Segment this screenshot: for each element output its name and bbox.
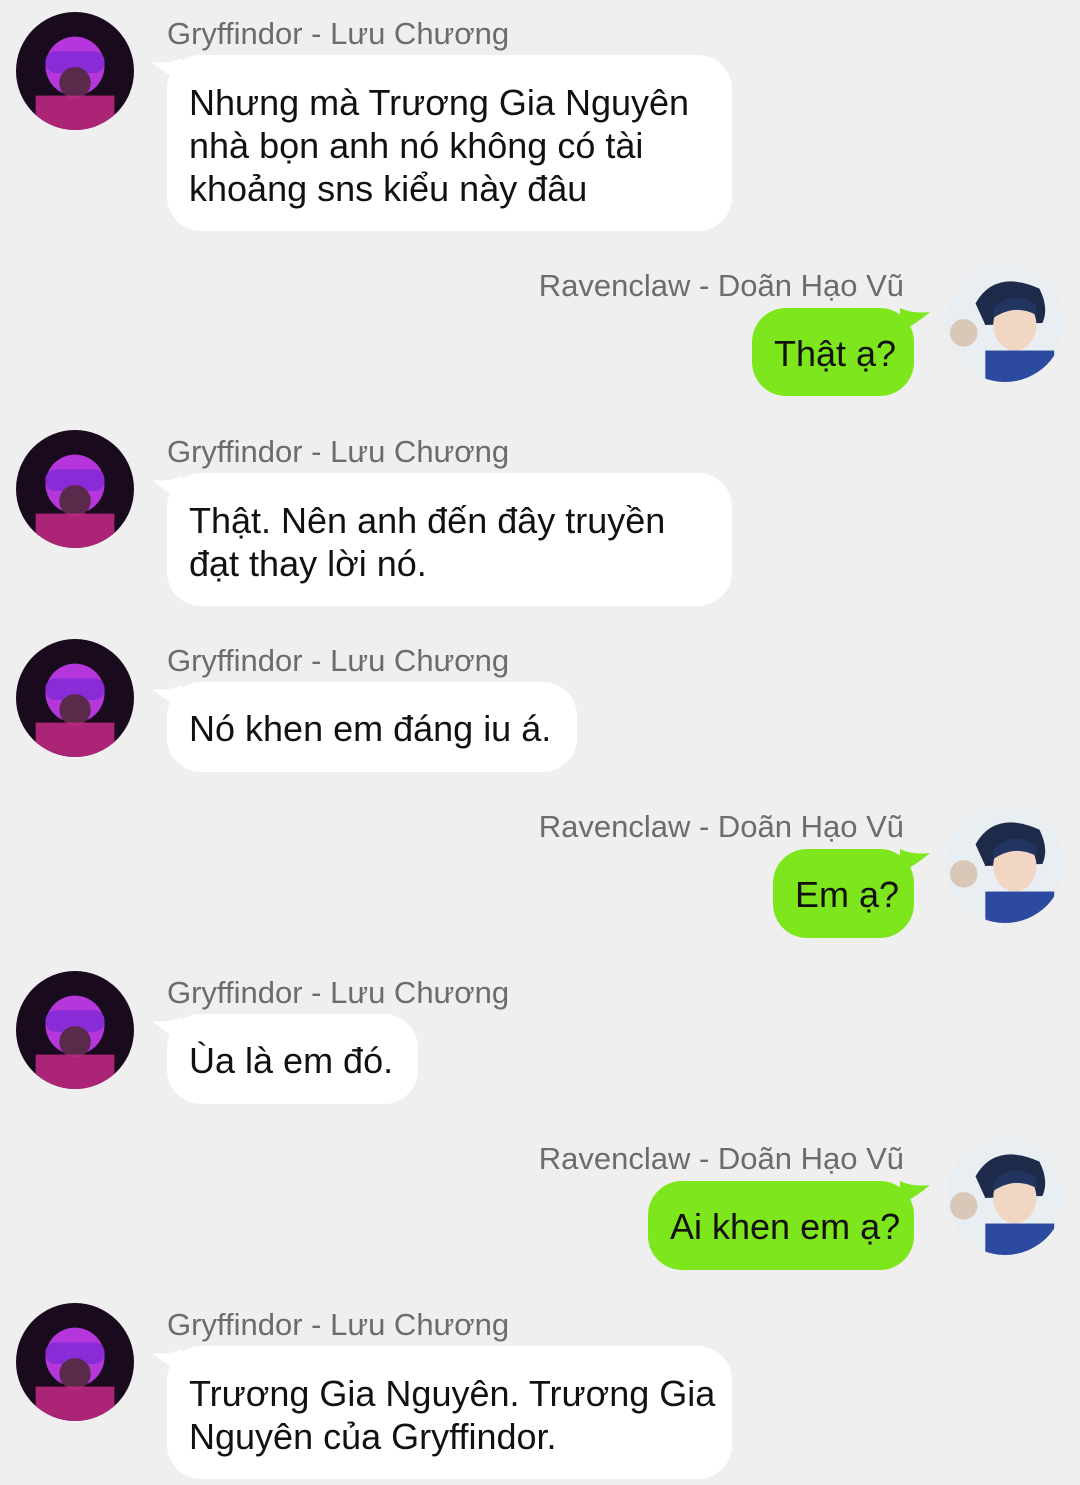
message-text-line: Nguyên của Gryffindor.	[189, 1416, 557, 1457]
message-text-line: Nhưng mà Trương Gia Nguyên	[189, 82, 690, 123]
sender-avatar-icon[interactable]	[16, 12, 134, 130]
message-text-line: Thật ạ?	[774, 333, 897, 374]
message-text-line: đạt thay lời nó.	[189, 543, 427, 584]
message-bubble[interactable]: Thật. Nên anh đến đây truyền đạt thay lờ…	[167, 473, 732, 606]
sender-name: Gryffindor - Lưu Chương	[167, 643, 510, 678]
message-bubble[interactable]: Trương Gia Nguyên. Trương Gia Nguyên của…	[167, 1346, 732, 1479]
message-bubble[interactable]: Thật ạ?	[752, 308, 914, 396]
sender-avatar-icon[interactable]	[946, 264, 1064, 382]
message-bubble[interactable]: Nhưng mà Trương Gia Nguyên nhà bọn anh n…	[167, 55, 732, 231]
message-text-line: Em ạ?	[795, 874, 900, 915]
sender-avatar-icon[interactable]	[946, 805, 1064, 923]
sender-name: Ravenclaw - Doãn Hạo Vũ	[538, 1141, 904, 1176]
sender-name: Gryffindor - Lưu Chương	[167, 16, 510, 51]
message-text-line: nhà bọn anh nó không có tài	[189, 125, 644, 166]
bubble-tail	[900, 308, 930, 332]
sender-name: Ravenclaw - Doãn Hạo Vũ	[538, 809, 904, 844]
sender-name: Gryffindor - Lưu Chương	[167, 1307, 510, 1342]
sender-avatar-icon[interactable]	[946, 1137, 1064, 1255]
message-bubble[interactable]: Em ạ?	[773, 849, 914, 938]
message-bubble[interactable]: Nó khen em đáng iu á.	[167, 682, 577, 772]
sender-avatar-icon[interactable]	[16, 971, 134, 1089]
bubble-tail	[900, 849, 930, 873]
message-bubble[interactable]: Ai khen em ạ?	[648, 1181, 914, 1270]
message-text-line: Trương Gia Nguyên. Trương Gia	[189, 1373, 716, 1414]
message-text-line: Nó khen em đáng iu á.	[189, 708, 552, 749]
message-bubble[interactable]: Ùa là em đó.	[167, 1014, 418, 1104]
sender-name: Ravenclaw - Doãn Hạo Vũ	[538, 268, 904, 303]
sender-avatar-icon[interactable]	[16, 1303, 134, 1421]
message-text-line: Ai khen em ạ?	[670, 1206, 901, 1247]
message-text-line: Thật. Nên anh đến đây truyền	[189, 500, 666, 541]
sender-avatar-icon[interactable]	[16, 430, 134, 548]
sender-avatar-icon[interactable]	[16, 639, 134, 757]
sender-name: Gryffindor - Lưu Chương	[167, 434, 510, 469]
sender-name: Gryffindor - Lưu Chương	[167, 975, 510, 1010]
bubble-tail	[900, 1181, 930, 1205]
message-text-line: Ùa là em đó.	[189, 1040, 394, 1081]
message-text-line: khoảng sns kiểu này đâu	[189, 168, 588, 209]
